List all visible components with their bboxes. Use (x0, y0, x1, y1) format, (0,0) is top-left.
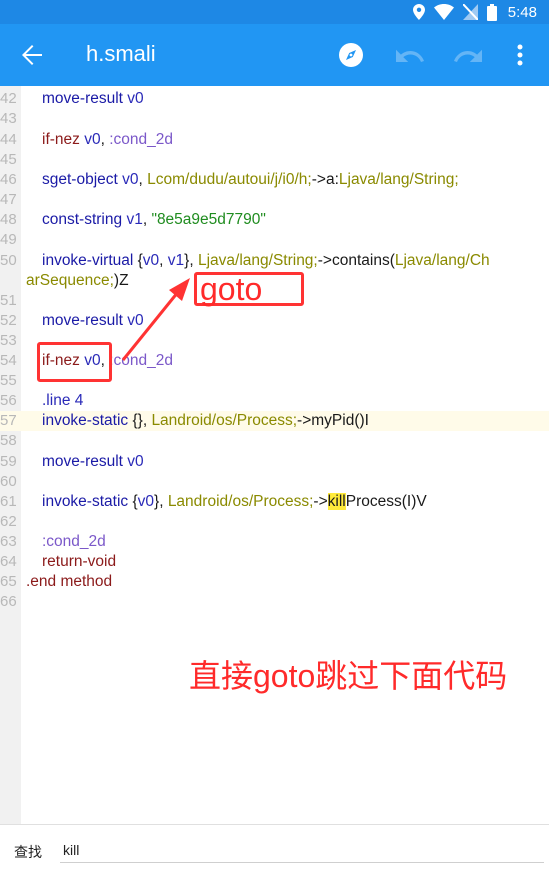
find-label: 查找 (14, 844, 42, 860)
search-input[interactable] (63, 841, 533, 859)
goto-annotation: goto (194, 272, 304, 306)
arrow-icon (121, 278, 190, 361)
input-underline (60, 862, 544, 863)
annotation-note: 直接goto跳过下面代码 (189, 658, 508, 694)
find-bar: 查找 (0, 824, 549, 873)
